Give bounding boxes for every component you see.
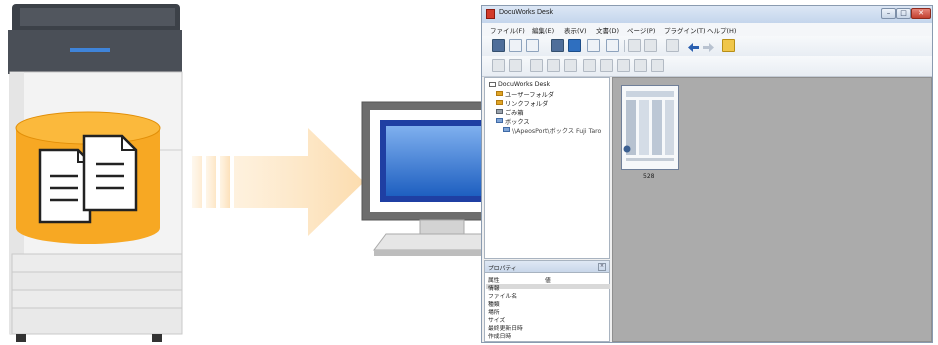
tree-item-trash[interactable]: ごみ箱 bbox=[505, 108, 524, 117]
printer-scanner-lid bbox=[20, 8, 175, 26]
app-icon bbox=[486, 9, 495, 19]
menu-edit[interactable]: 編集(E) bbox=[532, 25, 554, 35]
menu-file[interactable]: ファイル(F) bbox=[490, 25, 525, 35]
column-value: 値 bbox=[545, 278, 551, 284]
close-button[interactable]: ✕ bbox=[911, 8, 931, 19]
view-list-icon[interactable] bbox=[551, 39, 564, 52]
toolbar-main bbox=[482, 36, 932, 56]
menu-view[interactable]: 表示(V) bbox=[564, 25, 587, 35]
close-icon[interactable]: × bbox=[598, 263, 606, 271]
document-thumbnail[interactable] bbox=[621, 85, 679, 170]
folder-icon bbox=[496, 91, 503, 96]
window-title: DocuWorks Desk bbox=[499, 9, 553, 16]
document-view-pane: 528 bbox=[612, 77, 932, 342]
back-arrow-icon[interactable] bbox=[687, 39, 700, 52]
documents-icon bbox=[38, 134, 138, 224]
tree-item-box[interactable]: ボックス bbox=[505, 117, 530, 126]
tree-item-network-box[interactable]: \\ApeosPort\ボックス Fuji Taro bbox=[512, 126, 601, 135]
toolbar-secondary bbox=[482, 56, 932, 77]
transfer-arrow-icon bbox=[192, 128, 364, 236]
view-bind-icon[interactable] bbox=[587, 39, 600, 52]
toolbar-separator bbox=[624, 40, 625, 52]
send-icon[interactable] bbox=[564, 59, 577, 72]
open-icon[interactable] bbox=[492, 39, 505, 52]
document-label: 528 bbox=[643, 173, 655, 180]
printer-foot-left bbox=[16, 334, 26, 342]
maximize-button[interactable]: □ bbox=[896, 8, 911, 19]
printer-tray-1 bbox=[11, 253, 183, 273]
properties-header: プロパティ × bbox=[485, 261, 609, 273]
menu-help[interactable]: ヘルプ(H) bbox=[707, 25, 736, 35]
forward-arrow-icon[interactable] bbox=[702, 39, 715, 52]
menu-page[interactable]: ページ(P) bbox=[627, 25, 655, 35]
printer-tray-4 bbox=[11, 307, 183, 335]
print-icon[interactable] bbox=[492, 59, 505, 72]
menu-plugin[interactable]: プラグイン(T) bbox=[664, 25, 706, 35]
search-icon[interactable] bbox=[547, 59, 560, 72]
folder-icon bbox=[496, 100, 503, 105]
printer-tray-3 bbox=[11, 289, 183, 309]
box-icon bbox=[496, 118, 503, 123]
view-thumbnail-icon[interactable] bbox=[568, 39, 581, 52]
trash-icon bbox=[496, 109, 503, 114]
new-document-icon[interactable] bbox=[509, 39, 522, 52]
properties-pane: プロパティ × 属性 値 情報 ファイル名 種類 場所 サイズ 最終更新日時 作… bbox=[484, 260, 610, 342]
annotation-icon[interactable] bbox=[722, 39, 735, 52]
network-box-icon bbox=[503, 127, 510, 132]
printer-tray-2 bbox=[11, 271, 183, 291]
settings-icon[interactable] bbox=[651, 59, 664, 72]
menu-document[interactable]: 文書(D) bbox=[596, 25, 619, 35]
minimize-button[interactable]: – bbox=[881, 8, 896, 19]
menu-bar: ファイル(F) 編集(E) 表示(V) 文書(D) ページ(P) プラグイン(T… bbox=[482, 23, 932, 36]
grid-icon[interactable] bbox=[606, 39, 619, 52]
export-icon[interactable] bbox=[583, 59, 596, 72]
printer-foot-right bbox=[152, 334, 162, 342]
rotate-left-icon[interactable] bbox=[628, 39, 641, 52]
prop-row: 作成日時 bbox=[488, 334, 512, 340]
printer-illustration bbox=[8, 4, 183, 342]
title-bar[interactable]: DocuWorks Desk – □ ✕ bbox=[482, 6, 932, 24]
fax-icon[interactable] bbox=[617, 59, 630, 72]
link-icon[interactable] bbox=[634, 59, 647, 72]
desk-icon bbox=[489, 82, 496, 87]
rotate-right-icon[interactable] bbox=[644, 39, 657, 52]
tree-item-desk[interactable]: DocuWorks Desk bbox=[498, 81, 550, 88]
docuworks-desk-window: DocuWorks Desk – □ ✕ ファイル(F) 編集(E) 表示(V)… bbox=[481, 5, 933, 343]
properties-title: プロパティ bbox=[488, 266, 517, 272]
tree-item-link-folder[interactable]: リンクフォルダ bbox=[505, 99, 548, 108]
scan-icon[interactable] bbox=[509, 59, 522, 72]
selected-row-highlight bbox=[486, 284, 610, 289]
tree-item-user-folder[interactable]: ユーザーフォルダ bbox=[505, 90, 554, 99]
document-page-icon bbox=[622, 86, 678, 169]
folder-tree-pane: DocuWorks Desk ユーザーフォルダ リンクフォルダ ごみ箱 ボックス… bbox=[484, 77, 610, 259]
merge-icon[interactable] bbox=[666, 39, 679, 52]
copy-icon[interactable] bbox=[526, 39, 539, 52]
mail-icon[interactable] bbox=[530, 59, 543, 72]
import-icon[interactable] bbox=[600, 59, 613, 72]
printer-panel-light bbox=[70, 48, 110, 52]
